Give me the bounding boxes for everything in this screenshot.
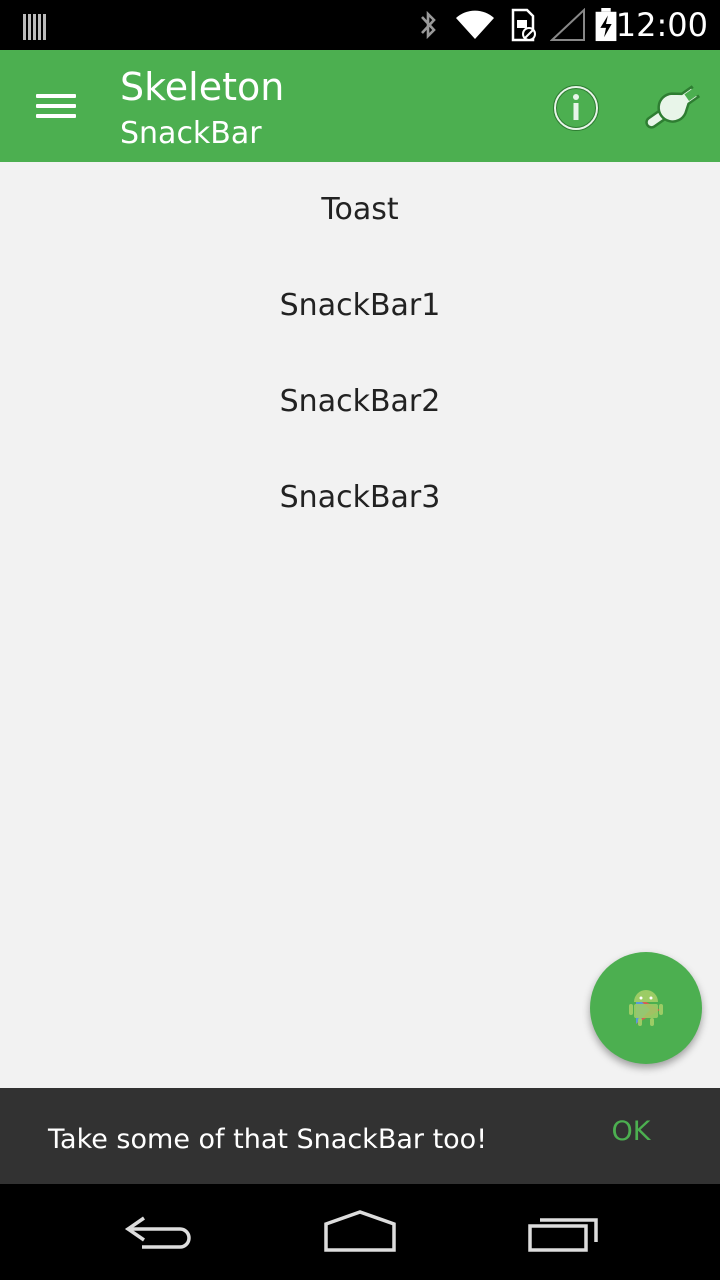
bluetooth-icon [421, 10, 436, 40]
snackbar1-button[interactable]: SnackBar1 [0, 258, 720, 354]
snackbar-message: Take some of that SnackBar too! [48, 1124, 488, 1155]
snackbar3-button[interactable]: SnackBar3 [0, 450, 720, 546]
toast-button[interactable]: Toast [0, 162, 720, 258]
battery-charging-icon [595, 8, 617, 42]
cell-signal-icon [550, 8, 585, 41]
back-icon[interactable] [120, 1204, 200, 1260]
snackbar-ok-button[interactable]: OK [596, 1102, 666, 1162]
info-icon [553, 85, 599, 131]
menu-button[interactable] [20, 78, 92, 134]
snackbar: Take some of that SnackBar too! OK [0, 1088, 720, 1184]
app-title: Skeleton [120, 65, 285, 109]
wifi-icon [456, 10, 494, 39]
android-play-icon [629, 990, 663, 1026]
status-time: 12:00 [615, 6, 708, 44]
wrench-icon [645, 85, 701, 129]
recents-icon[interactable] [524, 1204, 604, 1260]
snackbar2-button[interactable]: SnackBar2 [0, 354, 720, 450]
sim-card-icon [511, 8, 536, 42]
navigation-bar [0, 1184, 720, 1280]
status-bar: 12:00 [0, 0, 720, 50]
info-button[interactable] [548, 80, 604, 136]
floating-action-button[interactable] [590, 952, 702, 1064]
home-icon[interactable] [320, 1204, 400, 1260]
menu-icon-line [36, 104, 76, 108]
app-bar: Skeleton SnackBar [0, 50, 720, 162]
app-subtitle: SnackBar [120, 116, 262, 151]
menu-icon-line [36, 114, 76, 118]
screen: 12:00 Skeleton SnackBar Toast SnackBar1 … [0, 0, 720, 1280]
barcode-notification-icon [23, 14, 46, 40]
settings-button[interactable] [638, 78, 706, 138]
menu-icon-line [36, 94, 76, 98]
